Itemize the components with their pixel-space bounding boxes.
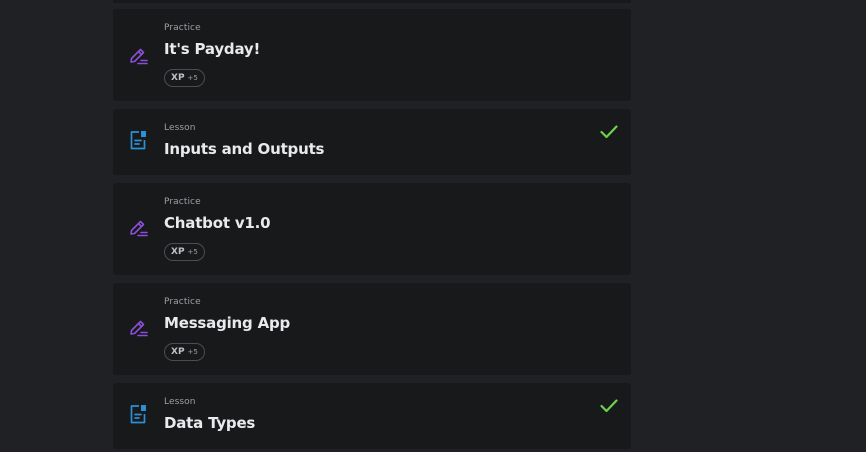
practice-item[interactable]: Practice It's Payday! XP +5 — [113, 9, 631, 101]
xp-amount: +5 — [187, 248, 198, 256]
item-title: It's Payday! — [164, 40, 261, 58]
item-title: Inputs and Outputs — [164, 140, 325, 158]
item-title: Data Types — [164, 414, 256, 432]
practice-item[interactable]: Practice Chatbot v1.0 XP +5 — [113, 183, 631, 275]
practice-item[interactable]: Practice Messaging App XP +5 — [113, 283, 631, 375]
pencil-icon — [130, 48, 148, 65]
lesson-item[interactable]: Lesson Data Types — [113, 383, 631, 449]
xp-label: XP — [171, 347, 185, 357]
xp-label: XP — [171, 73, 185, 83]
pencil-icon — [130, 320, 148, 337]
lesson-item[interactable]: Lesson Inputs and Outputs — [113, 109, 631, 175]
xp-amount: +5 — [187, 74, 198, 82]
xp-badge: XP +5 — [164, 243, 205, 261]
item-type-label: Practice — [164, 297, 201, 307]
item-type-label: Practice — [164, 23, 201, 33]
document-icon — [130, 131, 146, 150]
xp-badge: XP +5 — [164, 343, 205, 361]
xp-badge: XP +5 — [164, 69, 205, 87]
document-icon — [130, 405, 146, 424]
checkmark-icon — [600, 125, 618, 139]
previous-item-edge — [113, 0, 631, 3]
item-title: Messaging App — [164, 314, 291, 332]
xp-label: XP — [171, 247, 185, 257]
checkmark-icon — [600, 399, 618, 413]
item-title: Chatbot v1.0 — [164, 214, 271, 232]
xp-amount: +5 — [187, 348, 198, 356]
item-type-label: Lesson — [164, 397, 196, 407]
item-type-label: Practice — [164, 197, 201, 207]
pencil-icon — [130, 220, 148, 237]
item-type-label: Lesson — [164, 123, 196, 133]
